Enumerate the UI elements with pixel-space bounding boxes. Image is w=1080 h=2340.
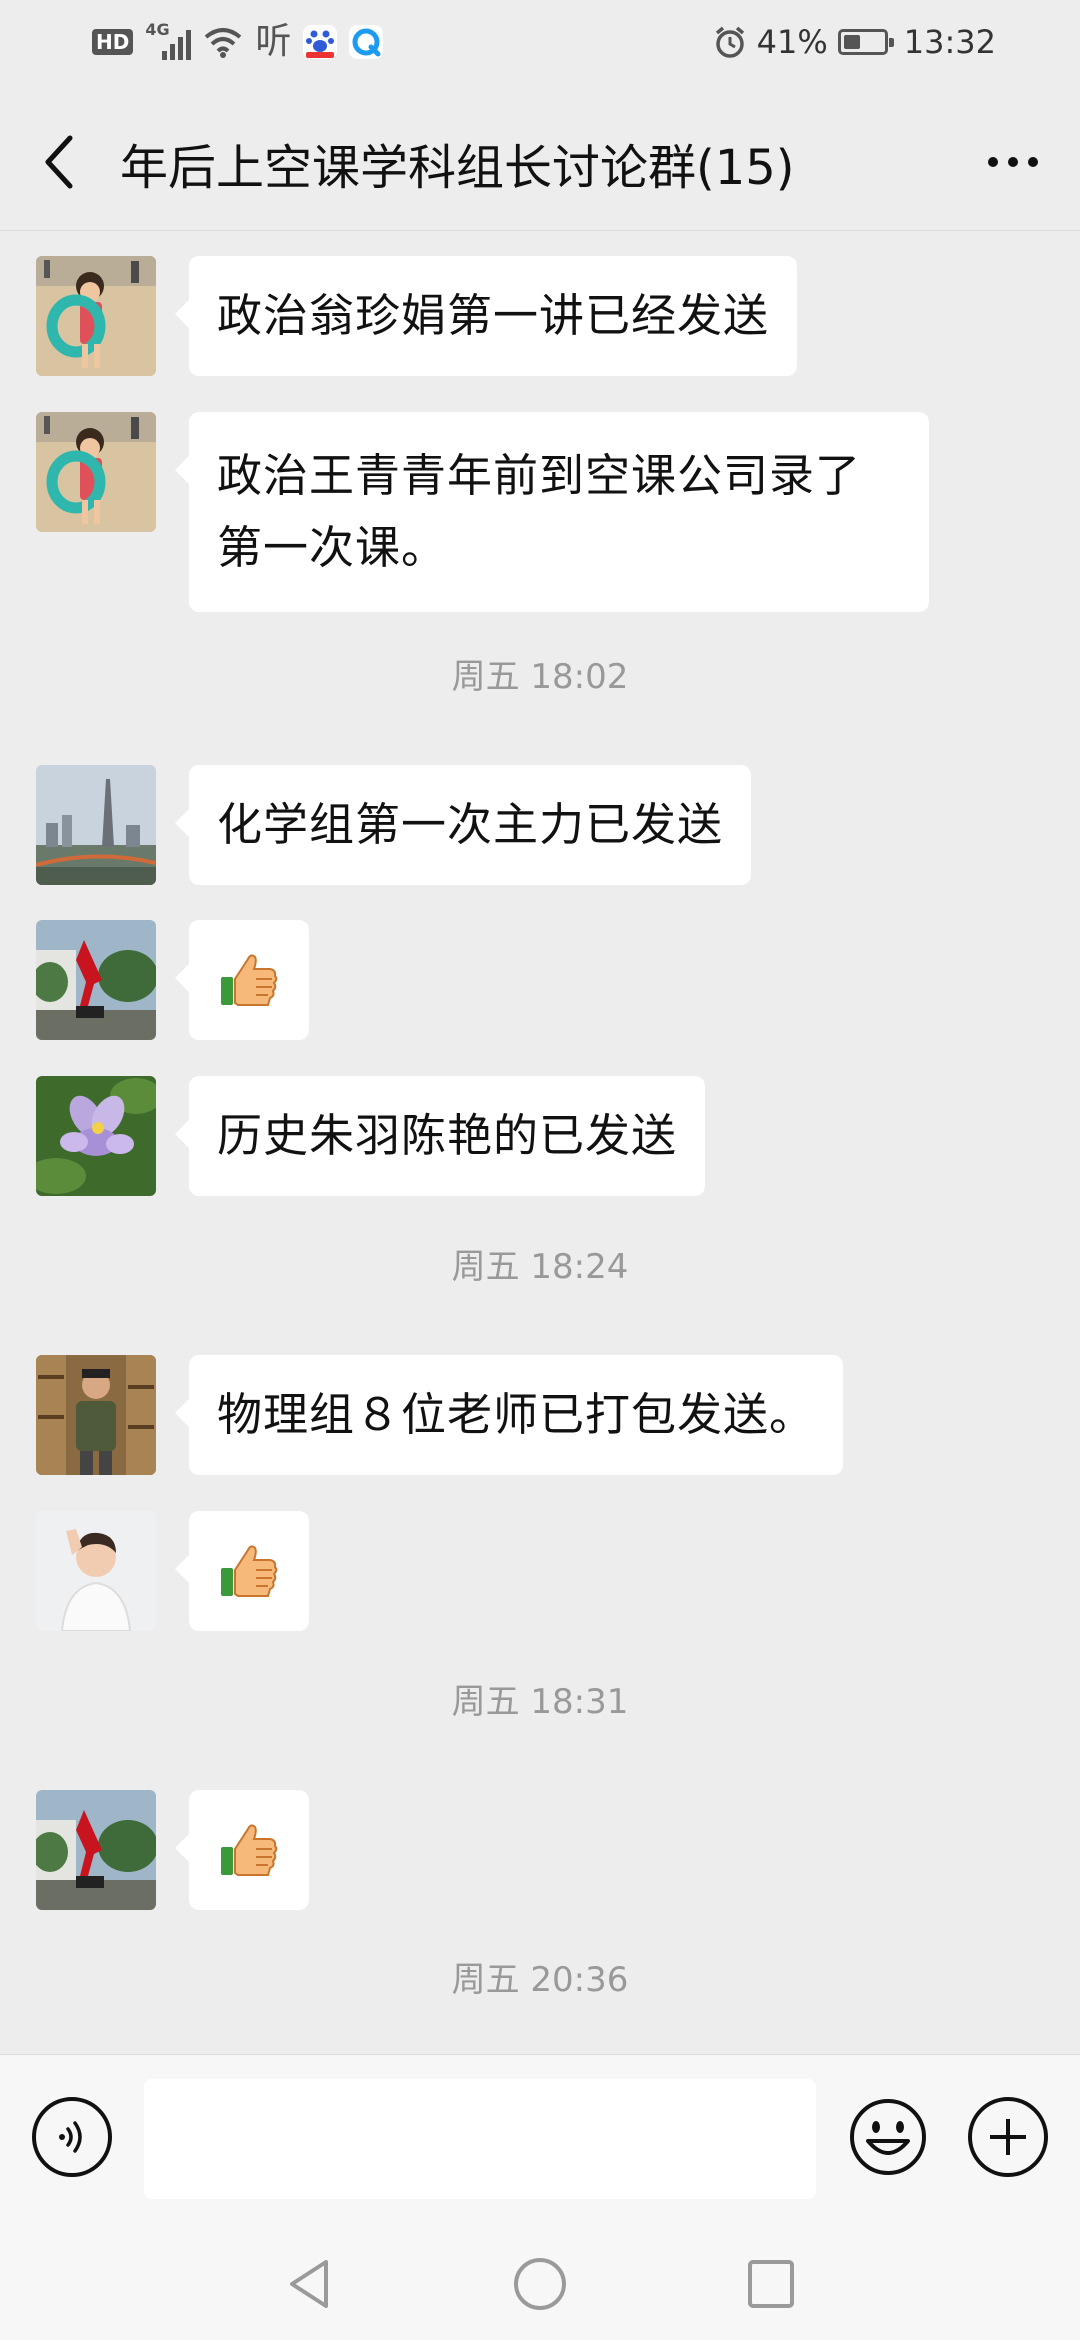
child-beach-avatar[interactable] xyxy=(36,256,156,376)
red-sculpture-avatar[interactable] xyxy=(36,1790,156,1910)
message-text: 化学组第一次主力已发送 xyxy=(217,798,724,851)
nav-home-button[interactable] xyxy=(510,2254,570,2314)
child-beach-avatar[interactable] xyxy=(36,412,156,532)
thumbs-up-emoji xyxy=(221,954,278,1006)
voice-button[interactable] xyxy=(32,2097,112,2177)
message-bubble[interactable]: 政治翁珍娟第一讲已经发送 xyxy=(174,256,798,376)
purple-flower-avatar[interactable] xyxy=(36,1076,156,1196)
hd-icon: HD xyxy=(92,29,134,55)
battery-icon xyxy=(837,29,894,55)
timestamp-divider: 周五 18:24 xyxy=(451,1247,629,1287)
more-dots-icon xyxy=(988,157,998,167)
nav-recents-button[interactable] xyxy=(740,2254,800,2314)
man-bookshelf-avatar[interactable] xyxy=(36,1355,156,1475)
message-bubble[interactable] xyxy=(175,1511,309,1631)
message-bubble[interactable] xyxy=(175,1790,309,1910)
wifi-icon xyxy=(205,28,242,58)
plus-button[interactable] xyxy=(968,2097,1048,2177)
timestamp-divider: 周五 18:02 xyxy=(451,657,629,697)
message-text: 政治翁珍娟第一讲已经发送 xyxy=(217,289,770,342)
emoji-button[interactable] xyxy=(848,2097,928,2177)
boy-portrait-avatar[interactable] xyxy=(36,1511,156,1631)
chat-title: 年后上空课学科组长讨论群(15) xyxy=(120,140,795,196)
thumbs-up-emoji xyxy=(221,1824,278,1876)
message-bubble[interactable]: 物理组８位老师已打包发送。 xyxy=(174,1355,844,1475)
signal-icon: 4G xyxy=(145,20,192,60)
baidu-app-icon xyxy=(303,25,338,59)
ting-app-icon: 听 xyxy=(255,21,292,62)
timestamp-divider: 周五 18:31 xyxy=(451,1682,629,1722)
back-button[interactable] xyxy=(28,122,90,202)
message-list[interactable]: 政治翁珍娟第一讲已经发送 政治王青青年前到空课公司录了第一次课。 周五 18:0… xyxy=(0,231,1080,2053)
chevron-left-icon xyxy=(45,135,73,189)
message-text: 政治王青青年前到空课公司录了第一次课。 xyxy=(217,449,862,574)
message-bubble[interactable]: 历史朱羽陈艳的已发送 xyxy=(174,1076,706,1196)
alarm-icon xyxy=(715,26,744,58)
timestamp-divider: 周五 20:36 xyxy=(451,1960,629,2000)
status-time: 13:32 xyxy=(903,23,996,61)
recents-square-icon xyxy=(748,2260,794,2308)
message-bubble[interactable]: 政治王青青年前到空课公司录了第一次课。 xyxy=(175,412,929,612)
status-icons-right: 41% 13:32 xyxy=(713,18,996,66)
message-bubble[interactable]: 化学组第一次主力已发送 xyxy=(174,765,752,885)
thumbs-up-emoji xyxy=(221,1545,278,1597)
red-sculpture-avatar[interactable] xyxy=(36,920,156,1040)
city-tower-avatar[interactable] xyxy=(36,765,156,885)
status-icons-left: HD 4G 听 xyxy=(92,20,384,62)
browser-app-icon xyxy=(349,25,384,59)
battery-level-fill xyxy=(843,35,860,49)
message-input[interactable] xyxy=(144,2079,816,2199)
chat-header: 年后上空课学科组长讨论群(15) xyxy=(0,84,1080,231)
message-bubble[interactable] xyxy=(175,920,309,1040)
home-circle-icon xyxy=(514,2258,566,2310)
more-button[interactable] xyxy=(978,134,1048,190)
system-nav-bar xyxy=(0,2226,1080,2340)
status-bar: HD 4G 听 41% 13:32 xyxy=(0,0,1080,84)
voice-icon xyxy=(59,2121,82,2153)
input-bar xyxy=(0,2054,1080,2227)
message-text: 物理组８位老师已打包发送。 xyxy=(217,1388,816,1441)
battery-percent: 41% xyxy=(756,23,828,61)
back-triangle-icon xyxy=(290,2260,328,2308)
nav-back-button[interactable] xyxy=(280,2254,340,2314)
smiley-icon xyxy=(850,2099,926,2175)
message-text: 历史朱羽陈艳的已发送 xyxy=(217,1109,678,1162)
